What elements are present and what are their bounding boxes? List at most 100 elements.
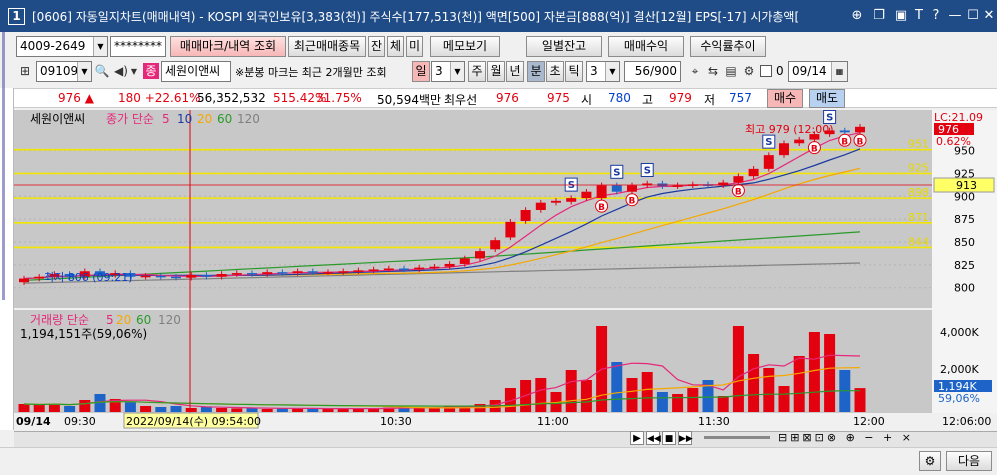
- tab-trade-marks[interactable]: 매매마크/내역 조회: [170, 36, 286, 57]
- rewind-icon[interactable]: ◀◀: [646, 431, 661, 445]
- candle-body: [34, 276, 45, 279]
- daily-balance-button[interactable]: 일별잔고: [526, 36, 602, 57]
- ma-period-60: 60: [217, 112, 232, 126]
- stock-name-field[interactable]: 세원이앤씨: [161, 61, 231, 82]
- password-field[interactable]: ********: [110, 36, 166, 57]
- volume-bar: [140, 406, 152, 412]
- next-button[interactable]: 다음: [946, 451, 992, 471]
- volume-bar: [793, 356, 805, 412]
- period-month-button[interactable]: 월: [487, 61, 505, 82]
- candle-body: [399, 268, 409, 271]
- chevron-down-icon[interactable]: ▼: [128, 61, 140, 82]
- period-minute-button[interactable]: 분: [527, 61, 545, 82]
- ma-period-120: 120: [237, 112, 260, 126]
- window-titlebar: 1 [0606] 자동일지차트(매매내역) - KOSPI 외국인보유[3,38…: [0, 0, 997, 32]
- trade-profit-button[interactable]: 매매수익: [608, 36, 684, 57]
- candle-body: [201, 274, 212, 277]
- candle-body: [429, 266, 440, 269]
- date-checkbox[interactable]: [760, 65, 772, 77]
- price-ma-label: 종가 단순: [106, 112, 154, 126]
- interval-select[interactable]: 3 ▼: [586, 61, 620, 82]
- vol-axis-4000k: 4,000K: [940, 326, 979, 339]
- trade-amount: 50,594백만: [377, 93, 442, 107]
- candle-body: [475, 251, 485, 259]
- unfilled-button[interactable]: 미: [406, 36, 423, 57]
- stock-code-field[interactable]: 091090 ▼: [36, 61, 92, 82]
- checkbox-label: 0: [776, 64, 784, 78]
- speed-slider[interactable]: [704, 436, 770, 439]
- candle-body: [444, 263, 455, 267]
- chevron-down-icon[interactable]: ▼: [77, 62, 91, 81]
- cursor-time-text: 2022/09/14(수) 09:54:00: [126, 415, 261, 428]
- period-tick-button[interactable]: 틱: [565, 61, 583, 82]
- split-icon[interactable]: ⇆: [704, 61, 722, 82]
- gear-icon[interactable]: ⚙: [919, 451, 941, 471]
- gear-icon[interactable]: ⚙: [740, 61, 758, 82]
- date-field[interactable]: 09/14 ▦: [788, 61, 848, 82]
- price-volume-chart[interactable]: 951925898871844 SS SSSBBBBB B 세원이앤씨 종가 단순 …: [14, 110, 997, 430]
- candle-body: [627, 185, 637, 192]
- close-icon[interactable]: ✕: [980, 7, 997, 25]
- quote-bar: 976 ▲ 180 +22.61% 56,352,532 515.42% 31.…: [14, 88, 997, 108]
- period-count-select[interactable]: 3 ▼: [431, 61, 465, 82]
- volume-pct-text: 59,06%: [938, 392, 980, 405]
- candle-body: [520, 210, 531, 221]
- time-tick-1030: 10:30: [380, 415, 412, 428]
- volume-bar: [808, 332, 820, 412]
- stop-icon[interactable]: ■: [662, 431, 676, 445]
- save-icon[interactable]: ▤: [722, 61, 740, 82]
- date-value: 09/14: [792, 64, 827, 78]
- period-second-button[interactable]: 초: [546, 61, 564, 82]
- tile-icon[interactable]: ▣: [892, 7, 910, 25]
- balance-button[interactable]: 잔: [368, 36, 385, 57]
- volume-bar: [337, 409, 349, 412]
- candle-body: [368, 269, 379, 271]
- volume-bar: [18, 404, 30, 412]
- window-title: [0606] 자동일지차트(매매내역) - KOSPI 외국인보유[3,383(…: [32, 10, 800, 24]
- minute-mark-note: ※분봉 마크는 최근 2개월만 조회: [235, 66, 387, 79]
- candle-body: [839, 130, 850, 133]
- period-week-button[interactable]: 주: [468, 61, 486, 82]
- price-axis-tick: 825: [954, 259, 975, 272]
- restore-icon[interactable]: ❐: [870, 7, 888, 25]
- chevron-down-icon[interactable]: ▼: [605, 62, 619, 81]
- sell-button[interactable]: 매도: [809, 89, 845, 108]
- minimize-icon[interactable]: —: [946, 7, 964, 25]
- sell-mark-label: S: [613, 167, 620, 178]
- chart-zoom-tools[interactable]: ⊟⊞⊠⊡⊗ ⊕ − + ×: [778, 431, 978, 445]
- bar-count-field[interactable]: 56/900: [624, 61, 681, 82]
- candle-body: [535, 202, 546, 210]
- help-icon[interactable]: ?: [927, 7, 945, 25]
- volume-bar: [580, 380, 592, 412]
- time-tick-1100: 11:00: [537, 415, 569, 428]
- tab-recent-trades[interactable]: 최근매매종목: [288, 36, 366, 57]
- chevron-down-icon[interactable]: ▼: [450, 62, 464, 81]
- text-icon[interactable]: T: [910, 7, 928, 25]
- period-year-button[interactable]: 년: [506, 61, 524, 82]
- calendar-icon[interactable]: ▦: [831, 62, 847, 81]
- volume-bar: [124, 402, 136, 412]
- price-panel-stock: 세원이앤씨: [30, 112, 85, 126]
- volume-bar: [535, 378, 547, 412]
- forward-icon[interactable]: ▶▶: [678, 431, 693, 445]
- candle-body: [855, 126, 865, 133]
- candle-body: [490, 240, 501, 250]
- turnover-rate: 31.75%: [316, 91, 362, 105]
- memo-button[interactable]: 메모보기: [430, 36, 500, 57]
- chart-settings-icon[interactable]: ⊞: [16, 61, 34, 82]
- period-day-button[interactable]: 일: [412, 61, 430, 82]
- candle-body: [19, 278, 29, 283]
- account-select[interactable]: 4009-2649 ▼: [16, 36, 108, 57]
- volume-bar: [824, 334, 836, 412]
- return-trend-button[interactable]: 수익률추이: [690, 36, 766, 57]
- chevron-down-icon[interactable]: ▼: [93, 37, 107, 56]
- filled-button[interactable]: 체: [387, 36, 404, 57]
- link-icon[interactable]: ⊕: [848, 7, 866, 25]
- buy-button[interactable]: 매수: [767, 89, 803, 108]
- crosshair-tool-icon[interactable]: ⌖: [686, 61, 704, 82]
- volume-bar: [641, 372, 653, 412]
- level-label: 898: [908, 186, 929, 199]
- search-icon[interactable]: 🔍: [93, 61, 111, 82]
- best-ask: 976: [496, 91, 519, 105]
- play-icon[interactable]: ▶: [630, 431, 644, 445]
